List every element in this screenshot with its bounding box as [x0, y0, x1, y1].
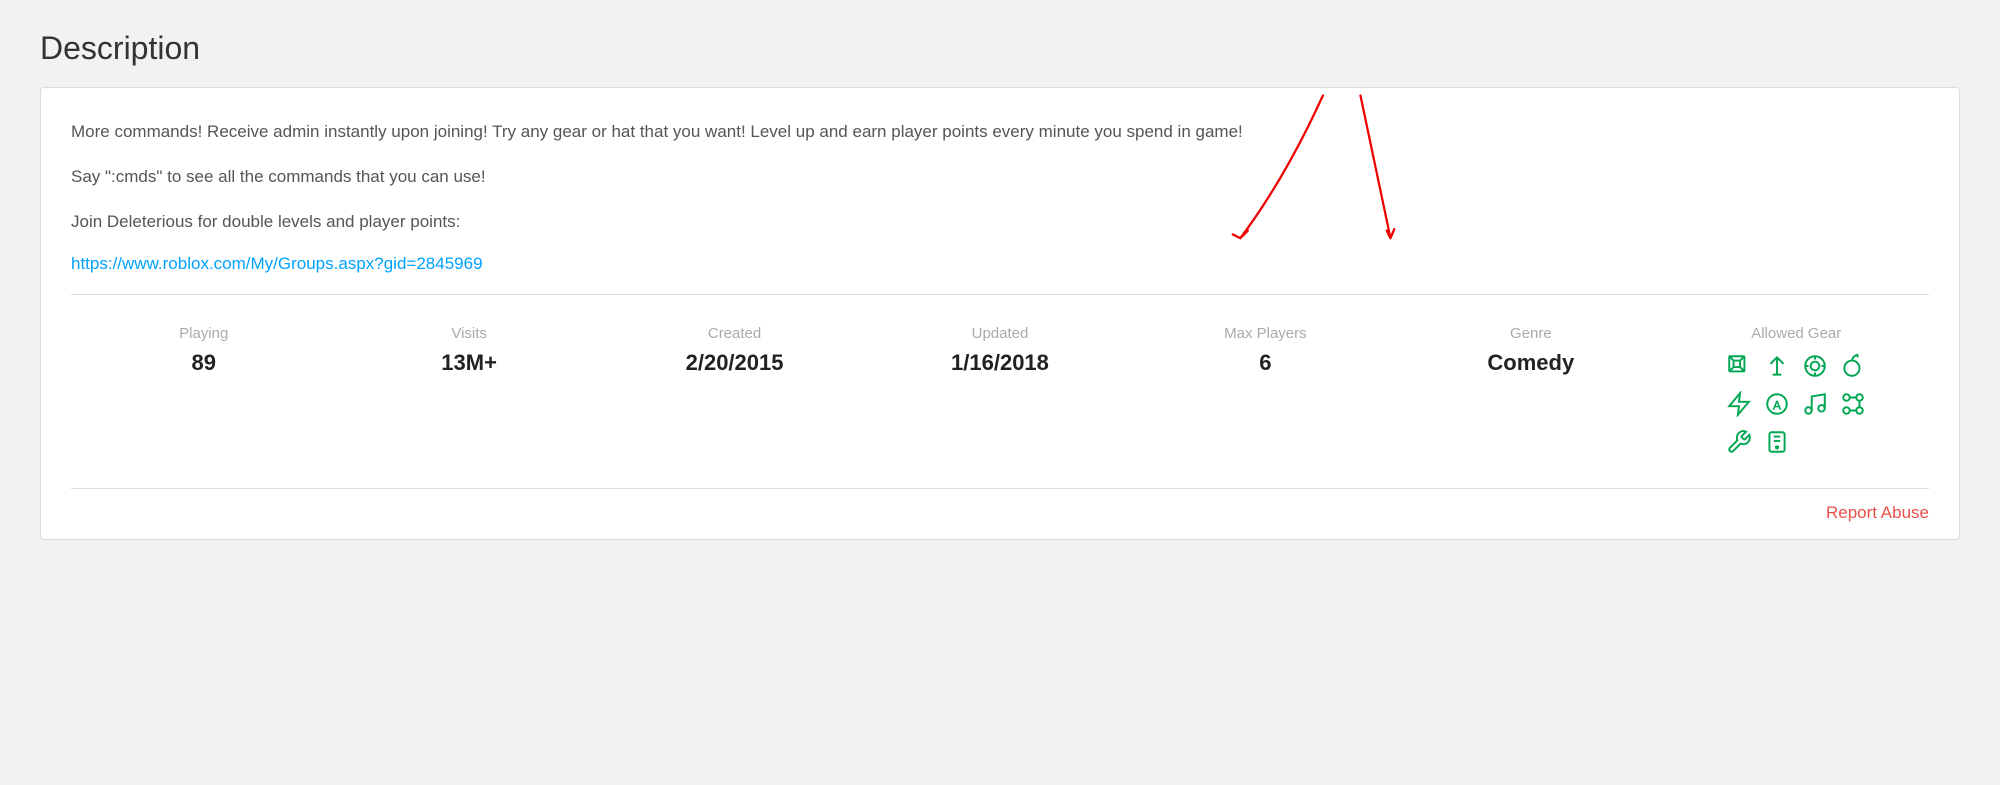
- stat-updated-label: Updated: [867, 325, 1132, 342]
- stat-max-players: Max Players 6: [1133, 325, 1398, 376]
- report-row: Report Abuse: [71, 489, 1929, 539]
- group-link[interactable]: https://www.roblox.com/My/Groups.aspx?gi…: [71, 254, 483, 273]
- building-icon: [1837, 388, 1869, 420]
- stat-created-value: 2/20/2015: [602, 350, 867, 376]
- description-line-1: More commands! Receive admin instantly u…: [71, 118, 1929, 145]
- stat-visits-label: Visits: [336, 325, 601, 342]
- stat-playing: Playing 89: [71, 325, 336, 376]
- wrench-icon: [1723, 426, 1755, 458]
- stat-max-players-label: Max Players: [1133, 325, 1398, 342]
- stat-visits-value: 13M+: [336, 350, 601, 376]
- stat-updated: Updated 1/16/2018: [867, 325, 1132, 376]
- navigation-icon: [1723, 388, 1755, 420]
- description-card: More commands! Receive admin instantly u…: [40, 87, 1960, 540]
- stat-genre: Genre Comedy: [1398, 325, 1663, 376]
- allowed-gear-section: Allowed Gear: [1664, 325, 1929, 458]
- transport-icon: [1761, 426, 1793, 458]
- social-icon: A: [1761, 388, 1793, 420]
- page-title: Description: [40, 30, 1960, 67]
- stat-genre-label: Genre: [1398, 325, 1663, 342]
- allowed-gear-label: Allowed Gear: [1664, 325, 1929, 342]
- stat-max-players-value: 6: [1133, 350, 1398, 376]
- stat-genre-value: Comedy: [1398, 350, 1663, 376]
- description-line-3: Join Deleterious for double levels and p…: [71, 208, 1929, 235]
- music-icon: [1799, 388, 1831, 420]
- stats-row: Playing 89 Visits 13M+ Created 2/20/2015…: [71, 315, 1929, 478]
- stat-created-label: Created: [602, 325, 867, 342]
- stat-playing-label: Playing: [71, 325, 336, 342]
- stat-visits: Visits 13M+: [336, 325, 601, 376]
- ranged-icon: [1799, 350, 1831, 382]
- stat-playing-value: 89: [71, 350, 336, 376]
- explosive-icon: [1837, 350, 1869, 382]
- svg-text:A: A: [1773, 398, 1781, 412]
- stat-updated-value: 1/16/2018: [867, 350, 1132, 376]
- description-text-block: More commands! Receive admin instantly u…: [71, 118, 1929, 274]
- stat-created: Created 2/20/2015: [602, 325, 867, 376]
- report-abuse-button[interactable]: Report Abuse: [1826, 503, 1929, 523]
- description-line-2: Say ":cmds" to see all the commands that…: [71, 163, 1929, 190]
- gear-icons-grid: A: [1664, 350, 1929, 458]
- melee-icon: [1723, 350, 1755, 382]
- powerup-icon: [1761, 350, 1793, 382]
- stats-divider: [71, 294, 1929, 295]
